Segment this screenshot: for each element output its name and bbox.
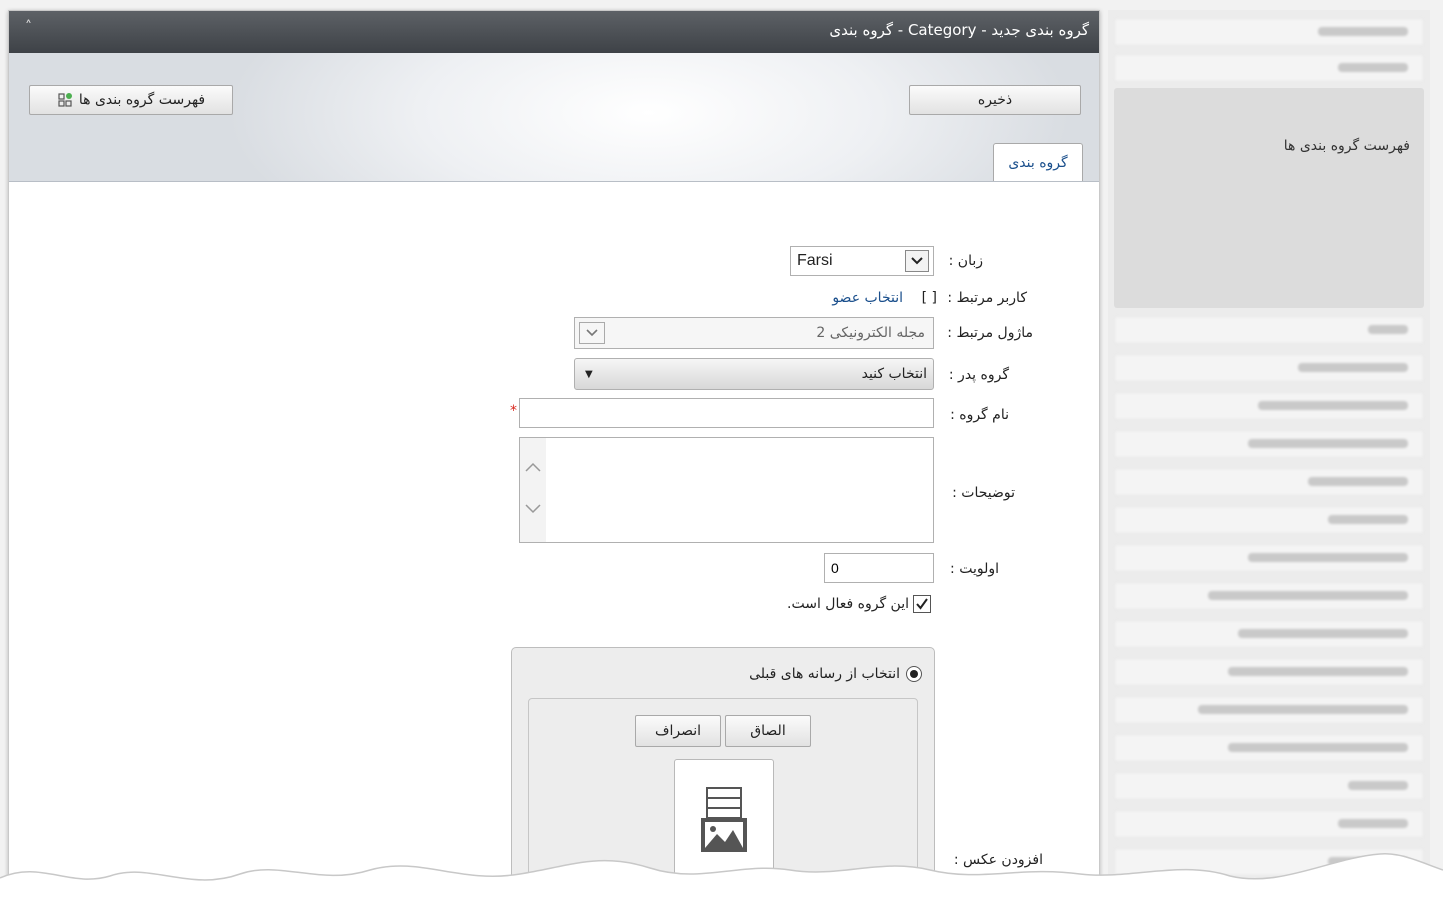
group-name-label: نام گروه : <box>950 407 1009 423</box>
cancel-button[interactable]: انصراف <box>635 715 721 747</box>
related-user-label: کاربر مرتبط : <box>947 290 1027 306</box>
attach-button[interactable]: الصاق <box>725 715 811 747</box>
collapse-icon[interactable]: ˄ <box>25 19 32 35</box>
group-name-input[interactable] <box>519 398 934 428</box>
parent-group-select[interactable]: ▼ انتخاب کنید <box>574 358 934 390</box>
chevron-down-icon <box>579 322 605 344</box>
language-select-value: Farsi <box>797 252 833 269</box>
sidebar-item[interactable] <box>1114 354 1424 382</box>
sidebar-item[interactable] <box>1114 468 1424 496</box>
sidebar-item[interactable] <box>1114 772 1424 800</box>
radio-dot-icon <box>910 670 918 678</box>
sidebar-item[interactable] <box>1114 734 1424 762</box>
chevron-up-icon[interactable] <box>525 462 541 472</box>
torn-edge-decoration <box>0 853 1443 901</box>
priority-input[interactable] <box>824 553 934 583</box>
priority-label: اولویت : <box>950 561 999 577</box>
media-radio-label: انتخاب از رسانه های قبلی <box>749 666 900 682</box>
sidebar-item[interactable] <box>1114 582 1424 610</box>
description-label: توضیحات : <box>952 485 1015 501</box>
sidebar-item[interactable] <box>1114 316 1424 344</box>
sidebar-expanded-group <box>1114 88 1424 308</box>
parent-group-label: گروه پدر : <box>948 367 1009 383</box>
sidebar-item[interactable] <box>1114 810 1424 838</box>
active-checkbox-label: این گروه فعال است. <box>787 596 909 612</box>
chevron-down-icon <box>905 250 929 272</box>
sidebar-item[interactable] <box>1114 696 1424 724</box>
main-panel: ˄ گروه بندی - Category - گروه بندی جدید … <box>8 10 1100 892</box>
save-button[interactable]: ذخیره <box>909 85 1081 115</box>
sidebar-item-category-list[interactable]: فهرست گروه بندی ها <box>1284 138 1410 154</box>
sidebar-item[interactable] <box>1114 54 1424 82</box>
toolbar-area: ذخیره فهرست گروه بندی ها گروه بندی <box>9 53 1099 182</box>
chevron-down-icon[interactable] <box>525 504 541 514</box>
sidebar-item[interactable] <box>1114 18 1424 46</box>
language-select[interactable]: Farsi <box>790 246 934 276</box>
sidebar-item[interactable] <box>1114 658 1424 686</box>
sidebar: فهرست گروه بندی ها <box>1108 10 1430 890</box>
caret-down-icon: ▼ <box>585 368 593 380</box>
textarea-scrollbar[interactable] <box>520 438 546 542</box>
sidebar-item[interactable] <box>1114 392 1424 420</box>
language-label: زبان : <box>948 253 983 269</box>
category-list-label: فهرست گروه بندی ها <box>78 92 206 108</box>
sidebar-item[interactable] <box>1114 620 1424 648</box>
sidebar-item[interactable] <box>1114 430 1424 458</box>
active-checkbox[interactable] <box>913 595 931 613</box>
related-module-value: مجله الکترونیکی 2 <box>816 325 925 341</box>
parent-group-value: انتخاب کنید <box>861 366 927 382</box>
related-user-brackets: [ ] <box>921 290 937 306</box>
related-module-select[interactable]: مجله الکترونیکی 2 <box>574 317 934 349</box>
category-tree-icon <box>58 93 72 107</box>
media-radio[interactable] <box>906 666 922 682</box>
checkmark-icon <box>916 598 928 610</box>
category-list-button[interactable]: فهرست گروه بندی ها <box>29 85 233 115</box>
select-member-link[interactable]: انتخاب عضو <box>832 290 903 306</box>
window-titlebar: ˄ گروه بندی - Category - گروه بندی جدید <box>9 11 1099 53</box>
related-module-label: ماژول مرتبط : <box>947 325 1033 341</box>
window-title: گروه بندی - Category - گروه بندی جدید <box>829 21 1089 39</box>
sidebar-item[interactable] <box>1114 506 1424 534</box>
media-radio-row[interactable]: انتخاب از رسانه های قبلی <box>749 666 922 682</box>
active-checkbox-row[interactable]: این گروه فعال است. <box>787 595 931 613</box>
tab-category[interactable]: گروه بندی <box>993 143 1083 181</box>
description-textarea[interactable] <box>519 437 934 543</box>
required-mark: * <box>510 403 517 419</box>
sidebar-item[interactable] <box>1114 544 1424 572</box>
